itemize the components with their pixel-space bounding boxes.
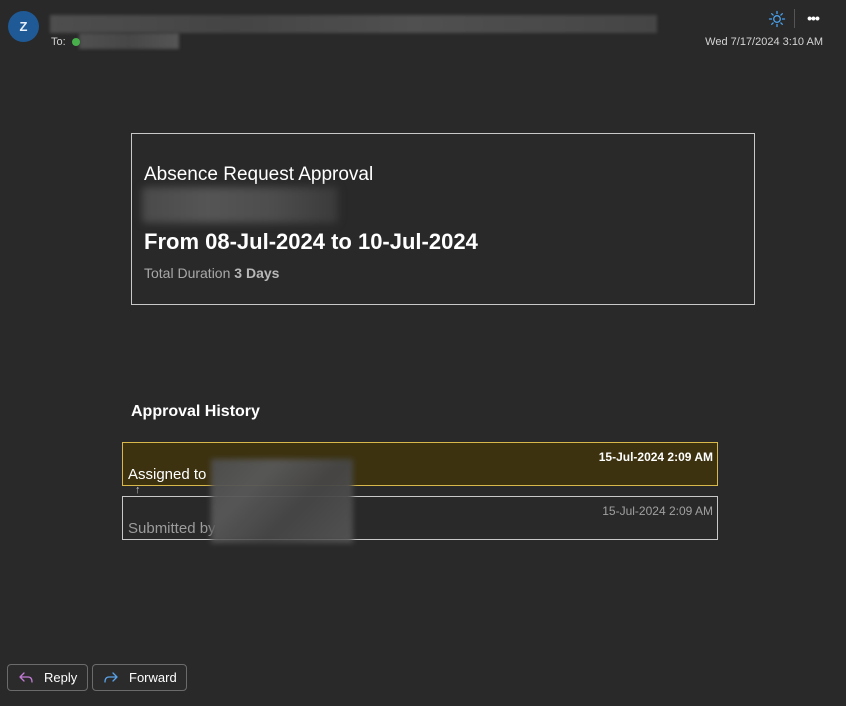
to-label: To: [51, 36, 66, 48]
employee-name-redacted [142, 187, 338, 223]
absence-request-card: Absence Request Approval From 08-Jul-202… [131, 133, 755, 305]
approval-history-heading: Approval History [131, 403, 260, 420]
approver-names-redacted [211, 459, 353, 543]
forward-button-label: Forward [129, 670, 177, 685]
reply-icon [19, 671, 33, 683]
forward-button[interactable]: Forward [92, 664, 187, 691]
header-divider [794, 9, 795, 28]
presence-status-icon [72, 38, 80, 46]
more-options-icon[interactable]: ••• [804, 8, 822, 28]
sender-avatar[interactable]: Z [8, 11, 39, 42]
received-date: Wed 7/17/2024 3:10 AM [705, 36, 823, 48]
history-item-label: Assigned to [128, 466, 207, 483]
history-item-label: Submitted by [128, 520, 216, 537]
duration-value: 3 Days [234, 265, 280, 281]
sender-name-redacted [50, 15, 657, 33]
duration-label: Total Duration [144, 265, 231, 281]
forward-icon [104, 671, 118, 683]
total-duration: Total Duration 3 Days [144, 265, 279, 281]
sun-icon[interactable] [768, 10, 786, 28]
reply-button[interactable]: Reply [7, 664, 88, 691]
recipient-redacted[interactable] [79, 33, 179, 49]
absence-date-range: From 08-Jul-2024 to 10-Jul-2024 [144, 229, 478, 254]
history-item-time: 15-Jul-2024 2:09 AM [602, 504, 713, 518]
card-title: Absence Request Approval [144, 164, 374, 185]
arrow-up-icon: ↑ [135, 484, 141, 496]
history-item-time: 15-Jul-2024 2:09 AM [598, 450, 713, 464]
reply-button-label: Reply [44, 670, 78, 685]
